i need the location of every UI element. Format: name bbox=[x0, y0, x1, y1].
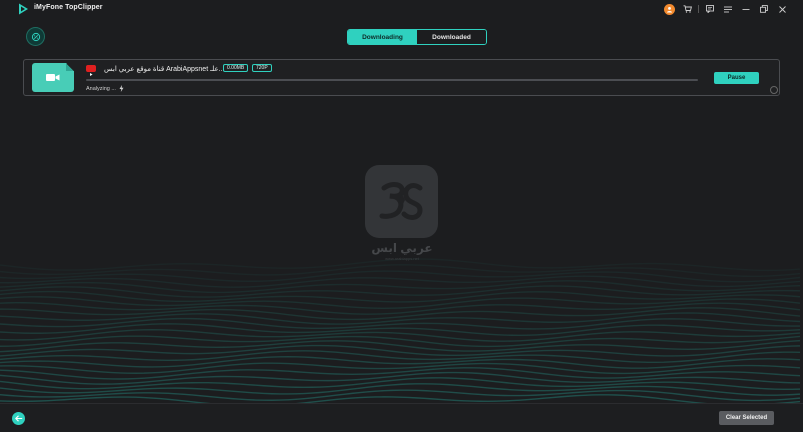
wave-line bbox=[0, 389, 801, 402]
feedback-icon bbox=[706, 5, 714, 13]
progress-bar bbox=[86, 79, 698, 81]
lightning-icon bbox=[119, 85, 124, 92]
download-item-card: قناة موقع عربي ابس ArabiAppsnet علـ... 0… bbox=[23, 59, 780, 96]
watermark-text: عربي ابس bbox=[371, 241, 433, 255]
wave-line bbox=[0, 290, 801, 303]
wave-line bbox=[0, 270, 801, 283]
cart-button[interactable] bbox=[678, 2, 696, 16]
minimize-icon bbox=[742, 8, 750, 10]
status-text: Analyzing ... bbox=[86, 85, 116, 92]
restore-icon bbox=[760, 5, 768, 13]
select-checkbox[interactable] bbox=[770, 86, 778, 94]
close-icon bbox=[778, 5, 786, 13]
account-icon bbox=[663, 3, 675, 15]
download-tabs: Downloading Downloaded bbox=[347, 29, 487, 45]
video-thumbnail bbox=[32, 63, 74, 92]
wave-background bbox=[0, 258, 801, 405]
title-bar: iMyFone TopClipper bbox=[0, 0, 803, 18]
footer-bar: Clear Selected bbox=[0, 403, 803, 432]
video-file-icon bbox=[46, 74, 60, 81]
tab-downloaded[interactable]: Downloaded bbox=[417, 30, 486, 44]
close-button[interactable] bbox=[773, 2, 791, 16]
video-title: قناة موقع عربي ابس ArabiAppsnet علـ... bbox=[104, 66, 225, 73]
thumbnail-fold bbox=[66, 63, 74, 71]
minimize-button[interactable] bbox=[737, 2, 755, 16]
app-title: iMyFone TopClipper bbox=[34, 4, 103, 11]
quality-badge: 720P bbox=[252, 64, 272, 72]
link-icon bbox=[31, 32, 40, 41]
tab-downloading[interactable]: Downloading bbox=[348, 30, 417, 44]
pause-button[interactable]: Pause bbox=[714, 72, 759, 84]
paste-link-button[interactable] bbox=[27, 28, 44, 45]
clear-selected-button[interactable]: Clear Selected bbox=[719, 411, 774, 425]
menu-button[interactable] bbox=[719, 2, 737, 16]
wave-line bbox=[0, 344, 801, 357]
menu-icon bbox=[724, 6, 732, 12]
account-button[interactable] bbox=[660, 2, 678, 16]
wave-line bbox=[0, 335, 801, 348]
title-bar-controls bbox=[660, 2, 791, 16]
divider bbox=[698, 5, 699, 13]
watermark-subtext: www.arabiapps.net bbox=[385, 256, 419, 261]
wave-line bbox=[0, 285, 801, 298]
restore-button[interactable] bbox=[755, 2, 773, 16]
cart-icon bbox=[683, 5, 692, 13]
app-logo-icon bbox=[19, 3, 28, 15]
watermark-logo-icon bbox=[379, 181, 423, 220]
feedback-button[interactable] bbox=[701, 2, 719, 16]
app-window: iMyFone TopClipper Downloading Downloade… bbox=[0, 0, 803, 432]
arrow-left-icon bbox=[14, 415, 22, 422]
watermark-logo bbox=[365, 165, 438, 238]
back-button[interactable] bbox=[12, 412, 25, 425]
file-size-badge: 0.00MB bbox=[223, 64, 249, 72]
status-line: Analyzing ... bbox=[86, 85, 124, 92]
youtube-icon bbox=[86, 65, 96, 76]
